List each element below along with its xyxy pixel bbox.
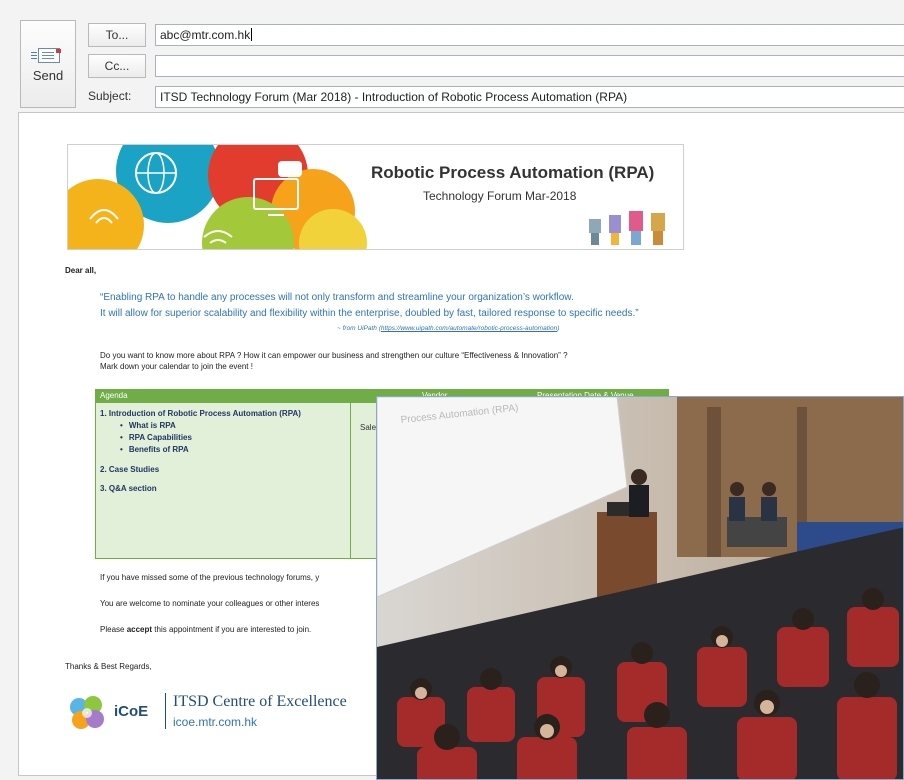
compose-header: Send To... abc@mtr.com.hk Cc... Subject:…: [0, 0, 904, 112]
banner-title: Robotic Process Automation (RPA): [371, 163, 655, 182]
to-field[interactable]: abc@mtr.com.hk: [155, 24, 904, 46]
greeting: Dear all,: [65, 266, 97, 275]
brand-icoe: iCoE: [114, 703, 149, 720]
nominate-text: You are welcome to nominate your colleag…: [100, 599, 320, 608]
text-cursor: [251, 28, 253, 41]
quote-source: ~ from UiPath (https://www.uipath.com/au…: [337, 325, 559, 332]
question-line-1: Do you want to know more about RPA ? How…: [100, 351, 568, 360]
to-value: abc@mtr.com.hk: [160, 28, 251, 42]
accept-prefix: Please: [100, 625, 127, 634]
banner-artwork-icon: [68, 145, 665, 249]
question-line-2: Mark down your calendar to join the even…: [100, 362, 253, 371]
vendor-cell: Sale: [360, 423, 377, 432]
agenda-item-2: 2. Case Studies: [100, 465, 160, 474]
quote-line-2: It will allow for superior scalability a…: [100, 308, 639, 319]
source-prefix: ~ from UiPath (: [337, 325, 381, 332]
send-envelope-icon: [31, 46, 61, 64]
icoe-logo-icon: [70, 696, 104, 729]
cc-field[interactable]: [155, 55, 904, 77]
agenda-subitem: Benefits of RPA: [120, 445, 189, 454]
agenda-item-1: 1. Introduction of Robotic Process Autom…: [100, 409, 301, 418]
signature-divider: [165, 693, 166, 729]
agenda-subitem: What is RPA: [120, 421, 176, 430]
send-label: Send: [32, 67, 64, 83]
quote-line-1: “Enabling RPA to handle any processes wi…: [100, 292, 574, 303]
banner-subtitle: Technology Forum Mar-2018: [423, 189, 577, 203]
missed-forums-text: If you have missed some of the previous …: [100, 573, 320, 582]
accept-text: Please accept this appointment if you ar…: [100, 625, 311, 634]
regards: Thanks & Best Regards,: [65, 662, 152, 671]
agenda-item-3: 3. Q&A section: [100, 484, 157, 493]
signature-url[interactable]: icoe.mtr.com.hk: [173, 715, 257, 729]
cc-button[interactable]: Cc...: [88, 54, 146, 78]
subject-label: Subject:: [88, 89, 132, 103]
agenda-header: Agenda: [100, 391, 128, 400]
signature-name: ITSD Centre of Excellence: [173, 693, 347, 710]
audience-photo-icon: Process Automation (RPA): [377, 397, 903, 779]
rpa-banner: Robotic Process Automation (RPA) Technol…: [67, 144, 684, 250]
to-button[interactable]: To...: [88, 23, 146, 47]
agenda-subitem: RPA Capabilities: [120, 433, 192, 442]
subject-field[interactable]: ITSD Technology Forum (Mar 2018) - Intro…: [155, 86, 904, 108]
forum-photo: Process Automation (RPA): [376, 396, 904, 780]
source-suffix: ): [557, 325, 560, 332]
accept-bold: accept: [126, 625, 153, 634]
accept-suffix: this appointment if you are interested t…: [152, 625, 312, 634]
send-button[interactable]: Send: [20, 20, 76, 108]
column-divider: [350, 403, 351, 558]
source-link[interactable]: https://www.uipath.com/automate/robotic-…: [381, 325, 557, 332]
